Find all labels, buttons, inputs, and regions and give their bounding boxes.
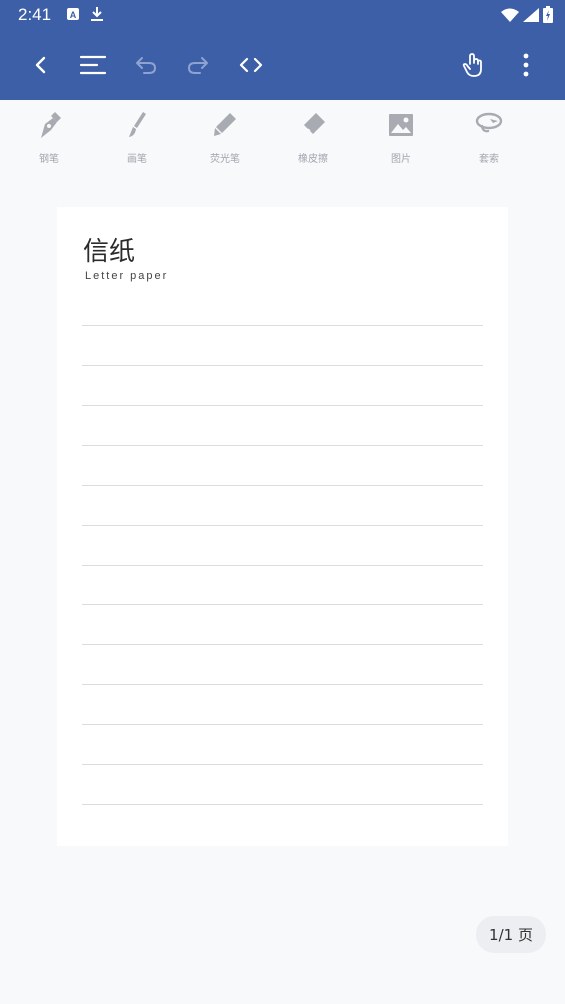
download-icon: [90, 6, 104, 26]
hand-pointer-icon: [462, 53, 482, 77]
undo-button[interactable]: [129, 48, 163, 82]
ruled-line: [82, 764, 483, 765]
eraser-icon: [304, 113, 325, 134]
highlighter-icon: [214, 113, 236, 136]
tool-image-label: 图片: [391, 154, 411, 165]
ruled-line: [82, 684, 483, 685]
ruled-line: [82, 804, 483, 805]
chevron-left-icon: [35, 56, 46, 74]
undo-icon: [136, 57, 156, 74]
tool-image[interactable]: 图片: [366, 110, 436, 165]
page-indicator[interactable]: 1/1 页: [476, 916, 546, 953]
status-time: 2:41: [18, 5, 52, 24]
ruled-line: [82, 365, 483, 366]
ruled-line: [82, 405, 483, 406]
ruled-line: [82, 445, 483, 446]
code-view-button[interactable]: [234, 48, 268, 82]
tool-highlighter[interactable]: 荧光笔: [190, 110, 260, 165]
ruled-line: [82, 525, 483, 526]
more-options-button[interactable]: [509, 48, 543, 82]
page-subtitle: Letter paper: [85, 270, 169, 282]
ruled-line: [82, 565, 483, 566]
tool-highlighter-label: 荧光笔: [210, 154, 240, 165]
drawing-tools: 钢笔 画笔 荧光笔 橡皮擦 图片 套索: [0, 100, 565, 185]
code-icon: [239, 57, 263, 73]
tool-pen-label: 钢笔: [39, 154, 59, 165]
tool-brush-label: 画笔: [127, 154, 147, 165]
lasso-icon: [475, 112, 503, 133]
ruled-line: [82, 325, 483, 326]
page-title: 信纸: [83, 237, 136, 267]
redo-icon: [188, 57, 208, 74]
letter-paper-page[interactable]: 信纸 Letter paper: [57, 207, 508, 846]
svg-text:A: A: [70, 10, 77, 20]
tool-lasso[interactable]: 套索: [454, 110, 524, 165]
ruled-line: [82, 485, 483, 486]
touch-mode-button[interactable]: [456, 48, 490, 82]
ruled-line: [82, 644, 483, 645]
tool-brush[interactable]: 画笔: [102, 110, 172, 165]
tool-eraser-label: 橡皮擦: [298, 154, 328, 165]
signal-icon: [523, 7, 539, 26]
ruled-line: [82, 724, 483, 725]
app-notification-icon: A: [66, 6, 80, 26]
back-button[interactable]: [24, 48, 58, 82]
text-align-left-icon: [79, 55, 107, 75]
tool-pen[interactable]: 钢笔: [14, 110, 84, 165]
fountain-pen-icon: [41, 112, 61, 138]
redo-button[interactable]: [181, 48, 215, 82]
status-bar: 2:41 A: [0, 0, 565, 30]
more-vertical-icon: [523, 53, 529, 77]
app-toolbar: [0, 30, 565, 100]
brush-icon: [129, 112, 146, 137]
tool-eraser[interactable]: 橡皮擦: [278, 110, 348, 165]
image-icon: [389, 114, 413, 136]
tool-lasso-label: 套索: [479, 154, 499, 165]
wifi-icon: [501, 7, 519, 26]
outline-button[interactable]: [76, 48, 110, 82]
battery-icon: [543, 6, 553, 27]
ruled-line: [82, 604, 483, 605]
